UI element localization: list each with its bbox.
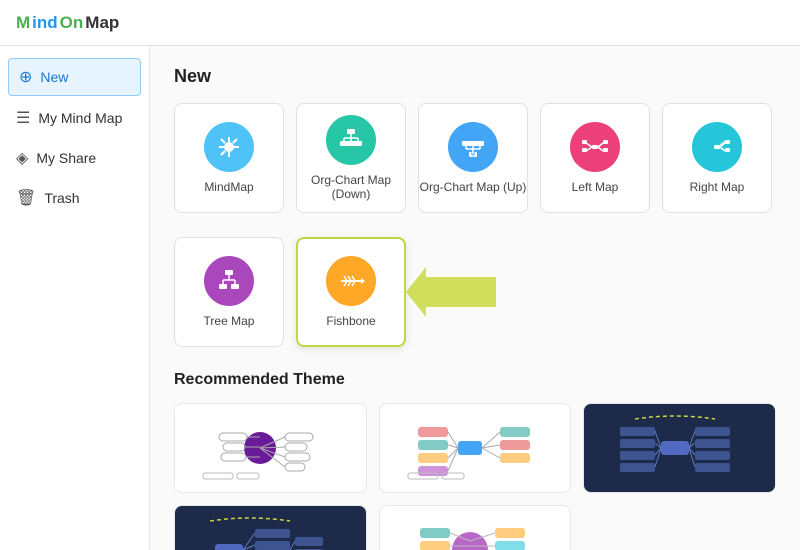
sidebar-item-new-label: New xyxy=(40,69,68,85)
fishbone-circle xyxy=(326,256,376,306)
map-card-tree[interactable]: Tree Map xyxy=(174,237,284,347)
sidebar-item-trash[interactable]: 🗑 Trash xyxy=(0,178,149,218)
left-map-circle xyxy=(570,122,620,172)
right-map-label: Right Map xyxy=(690,180,745,194)
tree-map-svg xyxy=(215,267,243,295)
theme-card-1[interactable] xyxy=(174,403,367,493)
theme2-svg xyxy=(400,411,550,485)
recommended-theme-title: Recommended Theme xyxy=(174,371,776,389)
fishbone-label: Fishbone xyxy=(326,314,375,328)
map-card-org-down[interactable]: Org-Chart Map (Down) xyxy=(296,103,406,213)
theme5-svg xyxy=(400,513,550,550)
theme3-svg xyxy=(605,411,755,485)
theme-card-2[interactable] xyxy=(379,403,572,493)
map-card-fishbone[interactable]: Fishbone xyxy=(296,237,406,347)
logo-map: Map xyxy=(85,13,119,33)
mindmap-svg xyxy=(215,133,243,161)
trash-icon: 🗑 xyxy=(16,188,36,208)
logo-mind: M xyxy=(16,13,30,33)
theme-card-5[interactable] xyxy=(379,505,572,550)
header: MindOnMap xyxy=(0,0,800,46)
main-layout: ⊕ New ☰ My Mind Map ◈ My Share 🗑 Trash N… xyxy=(0,46,800,550)
right-map-circle xyxy=(692,122,742,172)
tree-map-label: Tree Map xyxy=(204,314,255,328)
fishbone-svg xyxy=(337,267,365,295)
new-icon: ⊕ xyxy=(19,67,32,87)
sidebar-item-new[interactable]: ⊕ New xyxy=(8,58,141,96)
right-map-svg xyxy=(703,133,731,161)
sidebar-item-share-label: My Share xyxy=(36,150,96,166)
svg-text:Ψ: Ψ xyxy=(471,153,475,159)
theme-card-4[interactable] xyxy=(174,505,367,550)
sidebar-item-my-mind-map[interactable]: ☰ My Mind Map xyxy=(0,98,149,138)
map-card-right[interactable]: Right Map xyxy=(662,103,772,213)
fishbone-arrow xyxy=(406,267,496,317)
left-map-label: Left Map xyxy=(572,180,619,194)
map-card-left[interactable]: Left Map xyxy=(540,103,650,213)
sidebar-item-mindmap-label: My Mind Map xyxy=(38,110,122,126)
share-icon: ◈ xyxy=(16,148,28,168)
org-up-svg: Ψ xyxy=(459,133,487,161)
map-card-mindmap[interactable]: MindMap xyxy=(174,103,284,213)
theme-grid xyxy=(174,403,776,550)
mindmap-icon: ☰ xyxy=(16,108,30,128)
map-card-org-up[interactable]: Ψ Org-Chart Map (Up) xyxy=(418,103,528,213)
theme-card-3[interactable] xyxy=(583,403,776,493)
logo: MindOnMap xyxy=(16,13,119,33)
content-area: New MindMap xyxy=(150,46,800,550)
section-title: New xyxy=(174,66,776,87)
org-down-circle xyxy=(326,115,376,165)
sidebar: ⊕ New ☰ My Mind Map ◈ My Share 🗑 Trash xyxy=(0,46,150,550)
mindmap-label: MindMap xyxy=(204,180,253,194)
org-down-svg xyxy=(337,126,365,154)
org-down-label: Org-Chart Map (Down) xyxy=(297,173,405,201)
org-up-label: Org-Chart Map (Up) xyxy=(420,180,527,194)
fishbone-wrapper: Fishbone xyxy=(296,237,406,347)
sidebar-item-my-share[interactable]: ◈ My Share xyxy=(0,138,149,178)
left-map-svg xyxy=(581,133,609,161)
sidebar-item-trash-label: Trash xyxy=(44,190,79,206)
org-up-circle: Ψ xyxy=(448,122,498,172)
map-type-grid: MindMap Org-C xyxy=(174,103,776,213)
tree-map-circle xyxy=(204,256,254,306)
mindmap-circle xyxy=(204,122,254,172)
logo-on2: On xyxy=(60,13,84,33)
theme4-svg xyxy=(195,513,345,550)
map-row-2: Tree Map xyxy=(174,237,776,347)
logo-on: ind xyxy=(32,13,58,33)
theme1-svg xyxy=(195,411,345,485)
